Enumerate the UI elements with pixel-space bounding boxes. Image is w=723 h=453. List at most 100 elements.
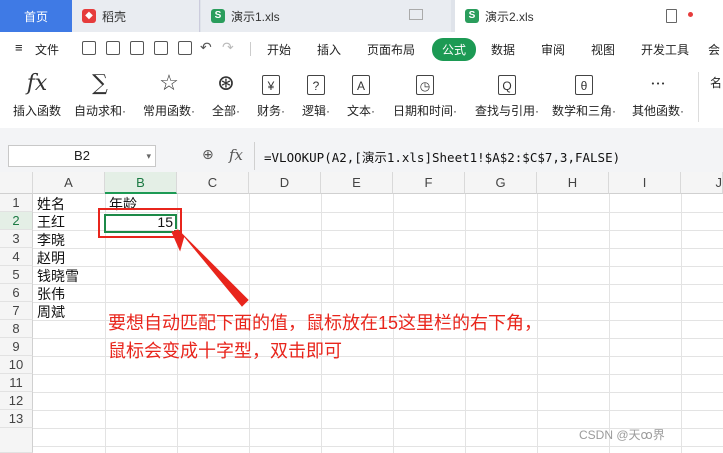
lookup-icon: Q [498, 75, 516, 95]
all-functions-button[interactable]: ⊛ 全部· [206, 70, 246, 119]
column-header-e[interactable]: E [321, 172, 393, 194]
gridline [33, 410, 723, 411]
fx-icon[interactable]: fx [229, 146, 243, 164]
cell-a4[interactable]: 赵明 [35, 249, 65, 267]
formula-ribbon: fx 插入函数 ∑ 自动求和· ☆ 常用函数· ⊛ 全部· ¥ 财务· ? 逻辑… [0, 66, 723, 129]
formula-input[interactable]: =VLOOKUP(A2,[演示1.xls]Sheet1!$A$2:$C$7,3,… [264, 147, 620, 166]
save-icon[interactable] [82, 41, 96, 55]
row-header-11[interactable]: 11 [0, 374, 33, 392]
print-icon[interactable] [130, 41, 144, 55]
logic-button[interactable]: ? 逻辑· [296, 70, 336, 119]
finance-button[interactable]: ¥ 财务· [251, 70, 291, 119]
math-trig-button[interactable]: θ 数学和三角· [550, 70, 618, 119]
phone-icon[interactable] [666, 9, 677, 23]
notification-dot-icon[interactable] [688, 12, 693, 17]
menu-insert[interactable]: 插入 [317, 41, 341, 58]
row-header-8[interactable]: 8 [0, 320, 33, 338]
math-icon: θ [575, 75, 593, 95]
menu-more[interactable]: 会 [708, 41, 720, 58]
all-functions-label: 全部· [212, 104, 240, 118]
row-header-4[interactable]: 4 [0, 248, 33, 266]
more-dots-icon: ··· [650, 74, 666, 93]
select-all-corner[interactable] [0, 172, 33, 194]
format-painter-icon[interactable] [178, 41, 192, 55]
gridline [609, 194, 610, 453]
menu-start[interactable]: 开始 [267, 41, 291, 58]
lookup-reference-button[interactable]: Q 查找与引用· [468, 70, 546, 119]
redo-icon[interactable]: ↷ [222, 39, 234, 56]
gridline [33, 446, 723, 447]
menu-page-layout[interactable]: 页面布局 [367, 41, 415, 58]
cell-a5[interactable]: 钱晓雪 [35, 267, 79, 285]
column-header-a[interactable]: A [33, 172, 105, 194]
name-box[interactable]: B2 ▾ [8, 145, 156, 167]
menu-file[interactable]: 文件 [35, 41, 59, 58]
yen-icon: ¥ [262, 75, 280, 95]
tab-file2[interactable]: S 演示2.xls [455, 0, 723, 32]
datetime-button[interactable]: ◷ 日期和时间· [386, 70, 464, 119]
hamburger-icon[interactable]: ≡ [15, 40, 23, 55]
text-label: 文本· [347, 104, 375, 118]
row-header-2[interactable]: 2 [0, 212, 33, 230]
row-header-9[interactable]: 9 [0, 338, 33, 356]
cell-a7[interactable]: 周斌 [35, 303, 65, 321]
annotation-line-2: 鼠标会变成十字型，双击即可 [108, 341, 342, 361]
row-header-10[interactable]: 10 [0, 356, 33, 374]
fx-icon: fx [26, 71, 48, 96]
chevron-down-icon[interactable]: ▾ [146, 146, 151, 166]
tab-daoke[interactable]: ◆ 稻壳 [72, 0, 200, 32]
column-header-f[interactable]: F [393, 172, 465, 194]
column-header-j[interactable]: J [681, 172, 723, 194]
finance-label: 财务· [257, 104, 285, 118]
tab-home-label: 首页 [23, 9, 48, 24]
row-header-12[interactable]: 12 [0, 392, 33, 410]
row-header-14[interactable] [0, 428, 33, 453]
cell-a1[interactable]: 姓名 [35, 195, 65, 213]
common-functions-button[interactable]: ☆ 常用函数· [138, 70, 200, 119]
question-icon: ? [307, 75, 325, 95]
row-header-5[interactable]: 5 [0, 266, 33, 284]
clock-icon: ◷ [416, 75, 434, 95]
column-header-h[interactable]: H [537, 172, 609, 194]
row-header-13[interactable]: 13 [0, 410, 33, 428]
print-preview-icon[interactable] [154, 41, 168, 55]
divider [698, 72, 699, 122]
tab-home[interactable]: 首页 [0, 0, 72, 32]
math-trig-label: 数学和三角· [552, 104, 616, 118]
divider [254, 142, 255, 170]
name-manager-button[interactable]: 名 [706, 70, 723, 91]
row-header-1[interactable]: 1 [0, 194, 33, 212]
cell-a2[interactable]: 王红 [35, 213, 65, 231]
row-header-6[interactable]: 6 [0, 284, 33, 302]
gridline [33, 284, 723, 285]
text-button[interactable]: A 文本· [341, 70, 381, 119]
other-functions-button[interactable]: ··· 其他函数· [628, 70, 688, 119]
row-header-7[interactable]: 7 [0, 302, 33, 320]
cell-a3[interactable]: 李晓 [35, 231, 65, 249]
column-header-g[interactable]: G [465, 172, 537, 194]
undo-icon[interactable]: ↶ [200, 39, 212, 56]
cell-a6[interactable]: 张伟 [35, 285, 65, 303]
zoom-icon[interactable]: ⊕ [202, 146, 214, 163]
gridline [33, 248, 723, 249]
arrow-icon [171, 229, 249, 307]
formula-bar: B2 ▾ ⊕ fx =VLOOKUP(A2,[演示1.xls]Sheet1!$A… [0, 128, 723, 173]
insert-function-button[interactable]: fx 插入函数 [10, 70, 64, 119]
divider [250, 42, 251, 56]
menu-data[interactable]: 数据 [491, 41, 515, 58]
all-functions-icon: ⊛ [216, 71, 236, 96]
tab-daoke-label: 稻壳 [102, 9, 127, 24]
menu-view[interactable]: 视图 [591, 41, 615, 58]
row-header-3[interactable]: 3 [0, 230, 33, 248]
menu-formula[interactable]: 公式 [432, 38, 477, 61]
column-header-c[interactable]: C [177, 172, 249, 194]
monitor-icon[interactable] [409, 9, 423, 20]
autosum-button[interactable]: ∑ 自动求和· [70, 70, 130, 119]
column-header-d[interactable]: D [249, 172, 321, 194]
tab-file1[interactable]: S 演示1.xls [201, 0, 451, 32]
menu-developer[interactable]: 开发工具 [641, 41, 689, 58]
column-header-i[interactable]: I [609, 172, 681, 194]
column-header-b[interactable]: B [105, 172, 177, 194]
menu-review[interactable]: 审阅 [541, 41, 565, 58]
export-icon[interactable] [106, 41, 120, 55]
